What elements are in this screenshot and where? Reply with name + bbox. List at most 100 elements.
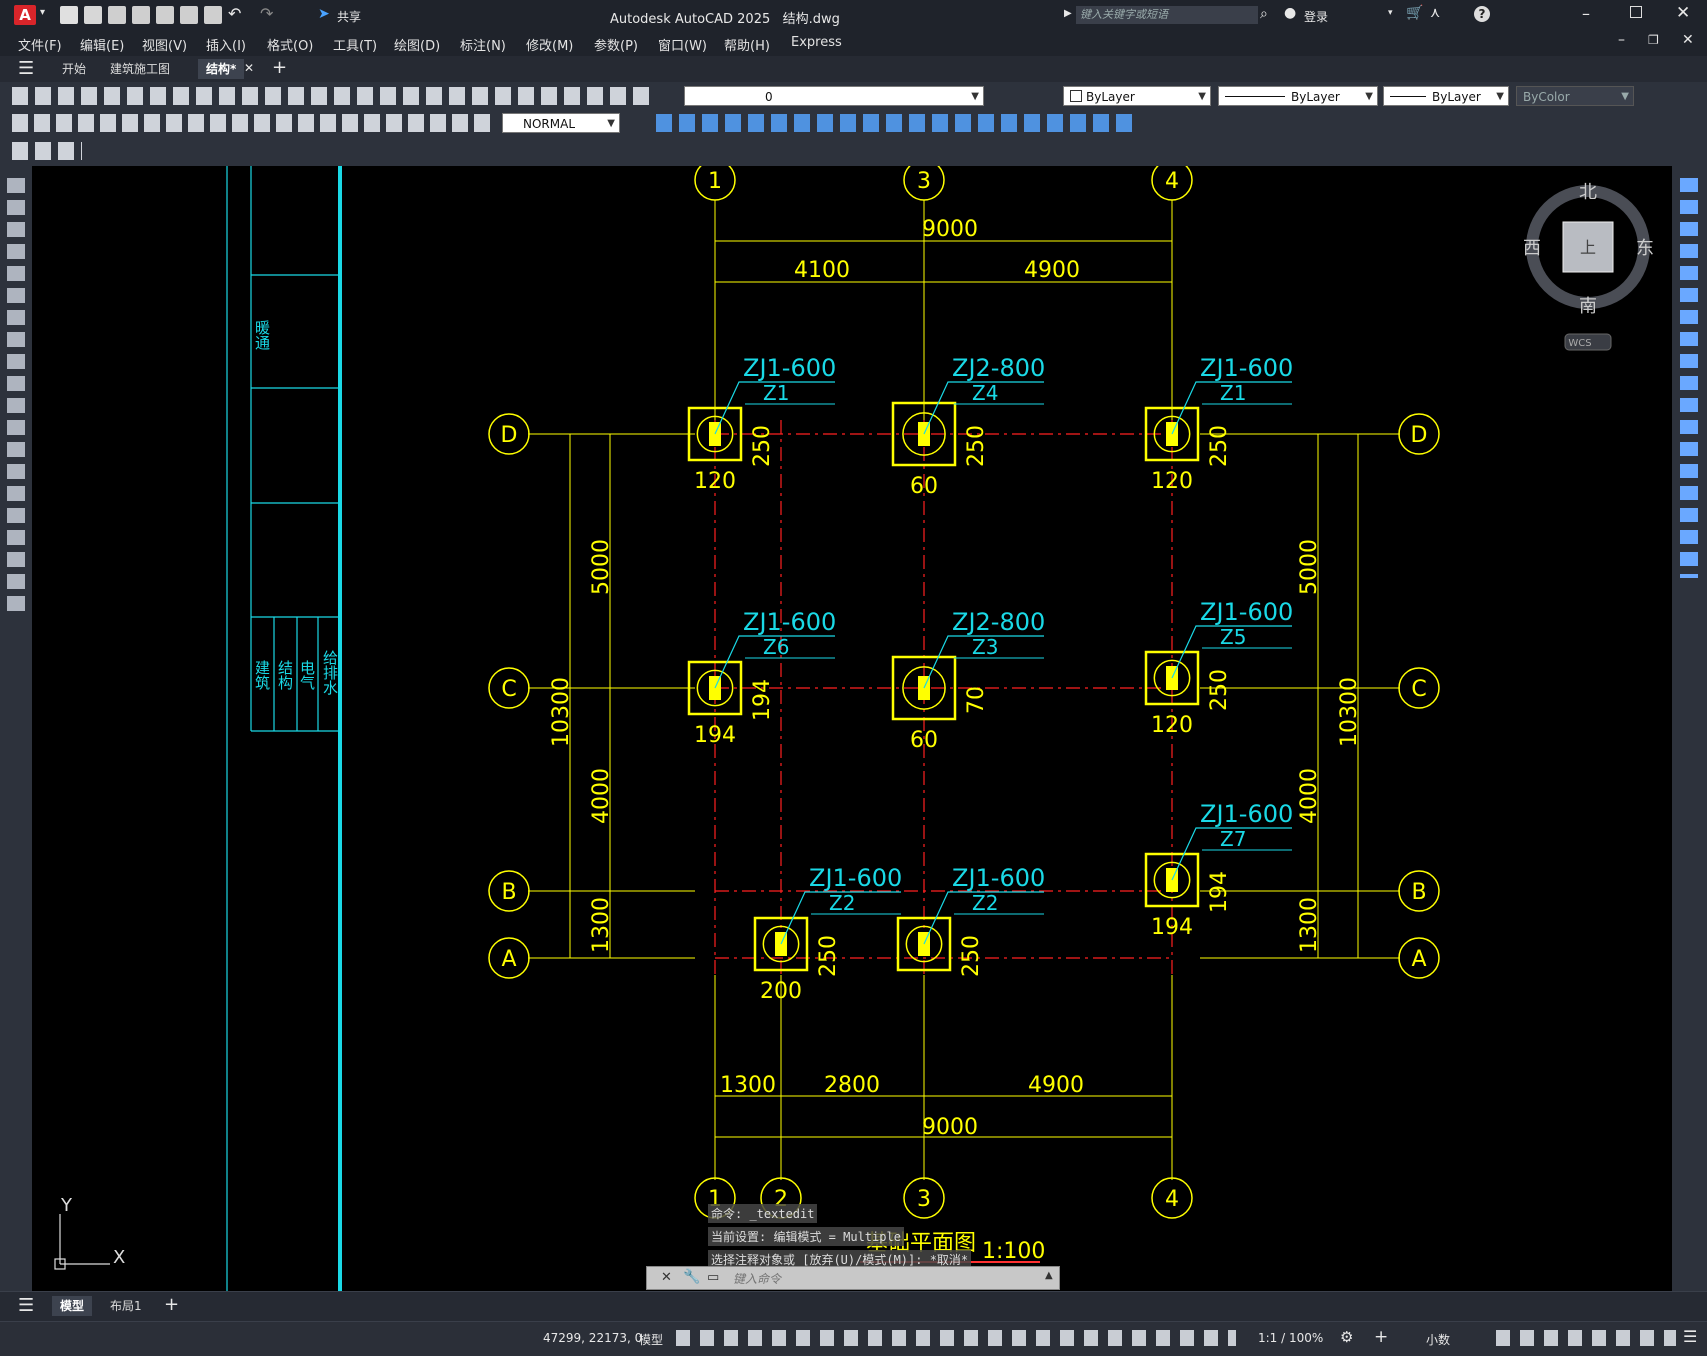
- search-icon[interactable]: ⌕: [1260, 6, 1268, 22]
- new-file-icon[interactable]: [60, 6, 78, 24]
- ucs-icon: [54, 1214, 110, 1270]
- legend-row-4: 给排水: [321, 650, 339, 695]
- tab-close-icon[interactable]: ✕: [244, 61, 254, 75]
- offset-y-label: 250: [959, 935, 984, 977]
- web-mobile-icon[interactable]: [156, 6, 174, 24]
- menu-window[interactable]: 窗口(W): [658, 35, 707, 54]
- menu-file[interactable]: 文件(F): [18, 35, 62, 54]
- menu-draw[interactable]: 绘图(D): [394, 35, 440, 54]
- menu-dimension[interactable]: 标注(N): [460, 35, 506, 54]
- menu-modify[interactable]: 修改(M): [526, 35, 573, 54]
- plot-icon[interactable]: [204, 6, 222, 24]
- footing-tag: ZJ1-600: [743, 354, 836, 382]
- add-layout-icon[interactable]: +: [164, 1294, 179, 1315]
- tab-model[interactable]: 模型: [52, 1296, 93, 1316]
- standard-icons: [12, 87, 652, 105]
- menu-help[interactable]: 帮助(H): [724, 35, 770, 54]
- app-menu-arrow[interactable]: ▾: [40, 7, 45, 18]
- cmd-customize-icon[interactable]: 🔧: [683, 1269, 700, 1285]
- undo-icon[interactable]: ↶: [228, 4, 241, 23]
- cmd-history-line-2: 当前设置: 编辑模式 = Multiple: [708, 1227, 904, 1246]
- import-icon[interactable]: [180, 6, 198, 24]
- open-file-icon[interactable]: [84, 6, 102, 24]
- file-tab-bar: ☰ 开始 建筑施工图 结构* ✕ +: [0, 56, 1707, 83]
- doc-restore-icon[interactable]: ❐: [1648, 33, 1659, 47]
- drawing-svg: 暖通 建筑 结构 电气 给排水 1 3 4 1 2 3 4 D C B A D …: [54, 166, 1654, 1291]
- cmd-history-line-1: 命令: _textedit: [708, 1204, 818, 1223]
- customize-icon[interactable]: ☰: [1683, 1327, 1697, 1346]
- menu-view[interactable]: 视图(V): [142, 35, 187, 54]
- dim-left-part-1: 5000: [589, 539, 614, 595]
- offset-y-label: 194: [1207, 871, 1232, 913]
- search-input[interactable]: 键入关键字或短语: [1076, 6, 1258, 24]
- share-icon[interactable]: ➤: [318, 6, 330, 22]
- tab-start[interactable]: 开始: [54, 59, 94, 79]
- tab-layout1[interactable]: 布局1: [102, 1296, 150, 1316]
- app-logo[interactable]: A: [14, 5, 36, 25]
- standard-toolbar: 💡 0▼ ByLayer▼ ByLayer▼ ByLayer▼ ByColor▼: [0, 82, 1707, 110]
- cart-icon[interactable]: 🛒: [1406, 5, 1423, 21]
- menu-express[interactable]: Express: [791, 35, 842, 50]
- lineweight-dropdown[interactable]: ByLayer ▼: [1383, 86, 1509, 106]
- autodesk-app-icon[interactable]: ⋏: [1430, 5, 1440, 21]
- minimize-icon[interactable]: –: [1582, 4, 1590, 23]
- legend-row-1: 建筑: [253, 660, 271, 691]
- column-tag: Z7: [1220, 827, 1246, 851]
- offset-x-label: 60: [910, 728, 938, 753]
- space-toggle[interactable]: 模型: [639, 1331, 663, 1348]
- menu-parametric[interactable]: 参数(P): [594, 35, 638, 54]
- layer-dropdown[interactable]: 0 ▼: [684, 86, 984, 106]
- dim-right-part-3: 1300: [1297, 897, 1322, 953]
- dimstyle-dropdown[interactable]: NORMAL ▼: [502, 113, 620, 133]
- save-icon[interactable]: [108, 6, 126, 24]
- viewcube-wcs: WCS: [1568, 338, 1591, 349]
- drawing-canvas[interactable]: 暖通 建筑 结构 电气 给排水 1 3 4 1 2 3 4 D C B A D …: [32, 166, 1672, 1291]
- new-tab-icon[interactable]: +: [272, 57, 287, 78]
- axis-label-left-B: B: [501, 880, 516, 905]
- units-dropdown[interactable]: 小数: [1426, 1331, 1450, 1348]
- doc-minimize-icon[interactable]: –: [1618, 32, 1625, 48]
- save-as-icon[interactable]: [132, 6, 150, 24]
- login-dropdown-icon[interactable]: ▾: [1388, 8, 1393, 18]
- menu-insert[interactable]: 插入(I): [206, 35, 246, 54]
- dim-right-total: 10300: [1337, 677, 1362, 747]
- cmd-close-icon[interactable]: ✕: [661, 1270, 672, 1285]
- user-icon[interactable]: ●: [1284, 5, 1296, 21]
- color-dropdown[interactable]: ByLayer ▼: [1063, 86, 1211, 106]
- viewcube[interactable]: 上 北 南 西 东 WCS: [1523, 182, 1654, 351]
- doc-close-icon[interactable]: ✕: [1682, 32, 1694, 48]
- command-input[interactable]: [731, 1269, 1035, 1289]
- modify-toolbar: [1672, 166, 1707, 1291]
- coordinates-readout[interactable]: 47299, 22173, 0: [543, 1331, 642, 1345]
- tab-structure[interactable]: 结构*: [198, 59, 245, 79]
- tab-architecture[interactable]: 建筑施工图: [102, 59, 178, 79]
- axis-label-left-C: C: [501, 677, 516, 702]
- help-icon[interactable]: ?: [1474, 6, 1490, 22]
- modify-tool-icons: [1680, 178, 1698, 578]
- layout-tab-bar: ☰ 模型 布局1 +: [0, 1291, 1707, 1322]
- plus-icon[interactable]: +: [1374, 1327, 1388, 1347]
- window-title: Autodesk AutoCAD 2025 结构.dwg: [610, 12, 840, 27]
- linetype-dropdown[interactable]: ByLayer ▼: [1218, 86, 1378, 106]
- redo-icon[interactable]: ↷: [260, 4, 273, 23]
- menu-tools[interactable]: 工具(T): [333, 35, 377, 54]
- menu-edit[interactable]: 编辑(E): [80, 35, 124, 54]
- cmd-expand-icon[interactable]: ▲: [1045, 1270, 1053, 1281]
- cmd-prompt-icon[interactable]: ▭: [707, 1270, 719, 1285]
- offset-x-label: 194: [1151, 915, 1193, 940]
- close-window-icon[interactable]: ✕: [1676, 3, 1690, 23]
- plotstyle-dropdown[interactable]: ByColor ▼: [1516, 86, 1634, 106]
- settings-icon[interactable]: ⚙: [1340, 1328, 1353, 1346]
- status-right-icons[interactable]: [1496, 1330, 1676, 1346]
- search-expand-icon[interactable]: ▶: [1064, 8, 1072, 19]
- command-history: 命令: _textedit 当前设置: 编辑模式 = Multiple 选择注释…: [708, 1204, 972, 1273]
- annotation-scale[interactable]: 1:1 / 100%: [1258, 1331, 1323, 1345]
- menu-format[interactable]: 格式(O): [267, 35, 313, 54]
- share-button[interactable]: 共享: [337, 8, 361, 25]
- layout-menu-icon[interactable]: ☰: [18, 1295, 34, 1316]
- viewcube-east: 东: [1636, 238, 1654, 259]
- maximize-icon[interactable]: [1630, 6, 1642, 18]
- hamburger-icon[interactable]: ☰: [18, 58, 34, 79]
- login-button[interactable]: 登录: [1304, 8, 1328, 25]
- status-toggle-icons[interactable]: [676, 1330, 1236, 1346]
